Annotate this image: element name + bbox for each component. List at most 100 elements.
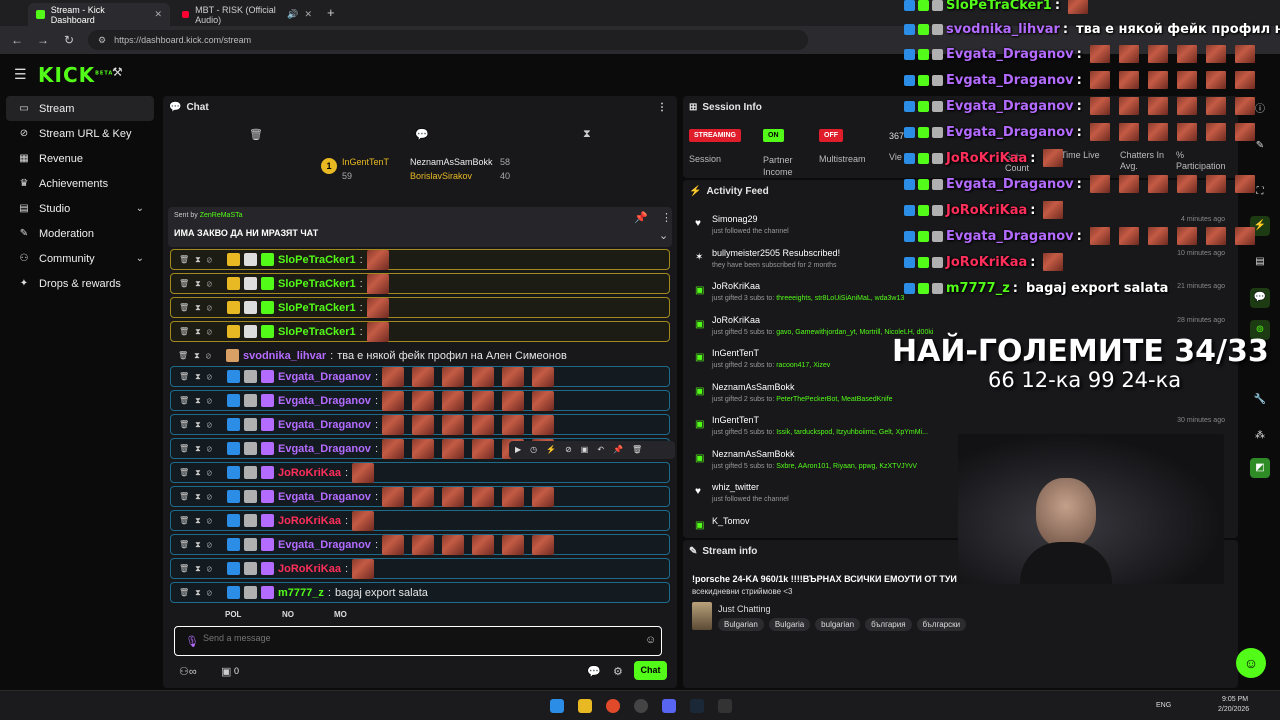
chrome-icon[interactable] [606,699,620,713]
browser-tab-youtube[interactable]: MBT - RISK (Official Audio) 🔊 ✕ [174,3,320,26]
emote-image[interactable] [382,390,404,411]
tab-close-icon[interactable]: ✕ [304,9,312,20]
support-chat-button[interactable]: ☺ [1236,648,1266,678]
mod-tools-icon[interactable]: 🗑⧗⊘ [179,372,223,382]
pin-icon[interactable]: 📌 [634,211,648,224]
chat-message[interactable]: 🗑⧗⊘ Evgata_Draganov: [170,486,670,507]
new-tab-button[interactable]: + [327,5,335,20]
gift-recipients[interactable]: PeterThePeckerBot, MeatBasedKnife [776,396,892,403]
activity-user[interactable]: whiz_twitter [712,482,759,492]
chat-username[interactable]: Evgata_Draganov [278,491,371,503]
chevron-down-icon[interactable]: ⌄ [659,229,668,242]
discord-icon[interactable] [662,699,676,713]
chat-message[interactable]: 🗑⧗⊘ Evgata_Draganov: [170,414,670,435]
tag[interactable]: българия [865,618,912,631]
mod-tools-icon[interactable]: 🗑⧗⊘ [179,588,223,598]
gift-icon[interactable]: ▣ [221,665,231,678]
mod-tools-icon[interactable]: 🗑⧗⊘ [179,396,223,406]
chat-username[interactable]: svodnika_lihvar [243,350,326,362]
gift-recipients[interactable]: Issik, tarduckspod, Itzyuhboiimc, Gelt, … [776,429,928,436]
gift-recipients[interactable]: racoon417, Xizev [776,362,830,369]
hammer-icon[interactable]: ⚒ [112,65,123,79]
leader-name[interactable]: BorislavSirakov [410,171,472,181]
emote-image[interactable] [532,414,554,435]
chat-username[interactable]: m7777_z [278,587,324,599]
tag[interactable]: Bulgaria [768,618,811,631]
emote-image[interactable] [366,273,389,294]
gift-recipients[interactable]: threeeights, str8LoUiSiAniMaL, wda3w13 [776,295,904,302]
steam-icon[interactable] [690,699,704,713]
chat-message[interactable]: 🗑⧗⊘ SloPeTraCker1: [170,249,670,270]
emote-mo[interactable]: MO [334,610,347,619]
emote-image[interactable] [442,534,464,555]
chat-message[interactable]: 🗑⧗⊘ SloPeTraCker1: [170,297,670,318]
sidebar-item-stream-url[interactable]: ⊘ Stream URL & Key [6,121,154,146]
sidebar-item-drops[interactable]: ✦ Drops & rewards [6,271,154,296]
audio-icon[interactable]: 🔊 [287,9,298,20]
more-options-icon[interactable]: ⋮ [657,102,667,113]
emote-image[interactable] [412,486,434,507]
emote-image[interactable] [472,486,494,507]
activity-user[interactable]: K_Tomov [712,516,750,526]
chat-username[interactable]: SloPeTraCker1 [278,254,356,266]
chat-username[interactable]: SloPeTraCker1 [278,302,356,314]
reload-icon[interactable]: ↻ [62,33,76,47]
emote-image[interactable] [442,414,464,435]
chat-username[interactable]: Evgata_Draganov [278,443,371,455]
emote-image[interactable] [412,414,434,435]
mic-icon[interactable]: 🎙 [185,635,199,648]
category-name[interactable]: Just Chatting [718,604,771,614]
leader-name[interactable]: NeznamAsSamBokk [410,157,493,167]
chat-message[interactable]: 🗑⧗⊘ SloPeTraCker1: [170,273,670,294]
emote-image[interactable] [532,366,554,387]
mod-tools-icon[interactable]: 🗑⧗⊘ [179,279,223,289]
wrench-icon[interactable]: 🔧 [1250,390,1270,410]
emote-image[interactable] [412,366,434,387]
emote-image[interactable] [502,366,524,387]
chat-bubble-icon[interactable]: 💬 [1250,288,1270,308]
chat-message[interactable]: 🗑⧗⊘ JoRoKriKaa: [170,462,670,483]
tag[interactable]: Bulgarian [718,618,764,631]
chat-username[interactable]: JoRoKriKaa [278,467,341,479]
clock-date[interactable]: 2/20/2026 [1218,706,1249,713]
tab-close-icon[interactable]: ✕ [154,9,162,20]
emote-image[interactable] [382,366,404,387]
sidebar-item-revenue[interactable]: ▦ Revenue [6,146,154,171]
chat-bubble-icon[interactable]: 💬 [587,665,601,678]
activity-user[interactable]: NeznamAsSamBokk [712,449,795,459]
activity-user[interactable]: InGentTenT [712,415,759,425]
message-input[interactable] [203,633,623,643]
menu-icon[interactable]: ☰ [14,66,27,83]
emote-image[interactable] [502,390,524,411]
mod-tools-icon[interactable]: 🗑⧗⊘ [179,444,223,454]
app-icon[interactable] [718,699,732,713]
emote-image[interactable] [382,486,404,507]
emote-image[interactable] [532,390,554,411]
chat-username[interactable]: SloPeTraCker1 [278,278,356,290]
mod-tools-icon[interactable]: 🗑⧗⊘ [179,327,223,337]
chat-message[interactable]: 🗑⧗⊘ m7777_z: bagaj export salata [170,582,670,603]
kick-logo[interactable]: KICKBETA [38,63,113,87]
emote-image[interactable] [352,462,375,483]
mod-tools-icon[interactable]: 🗑⧗⊘ [179,516,223,526]
mod-tools-icon[interactable]: 🗑⧗⊘ [179,255,223,265]
emote-image[interactable] [412,534,434,555]
emote-image[interactable] [502,486,524,507]
emoji-icon[interactable]: ☺ [645,634,656,646]
chat-message[interactable]: 🗑⧗⊘ Evgata_Draganov: [170,534,670,555]
language-indicator[interactable]: ENG [1156,702,1171,709]
pinned-user[interactable]: ZenReMaSTa [200,212,243,219]
emote-image[interactable] [502,414,524,435]
emote-image[interactable] [532,486,554,507]
emote-image[interactable] [352,558,375,579]
mod-tools-icon[interactable]: 🗑⧗⊘ [179,492,223,502]
chat-send-button[interactable]: Chat [634,661,667,680]
emote-image[interactable] [472,534,494,555]
obs-icon[interactable] [634,699,648,713]
mod-tools-icon[interactable]: 🗑⧗⊘ [179,468,223,478]
chat-message[interactable]: 🗑⧗⊘ svodnika_lihvar: тва е някой фейк проф… [170,345,670,366]
browser-tab-kick[interactable]: Stream - Kick Dashboard ✕ [28,3,170,26]
chat-username[interactable]: Evgata_Draganov [278,539,371,551]
mod-tools-icon[interactable]: 🗑⧗⊘ [179,303,223,313]
chat-message[interactable]: 🗑⧗⊘ SloPeTraCker1: [170,321,670,342]
